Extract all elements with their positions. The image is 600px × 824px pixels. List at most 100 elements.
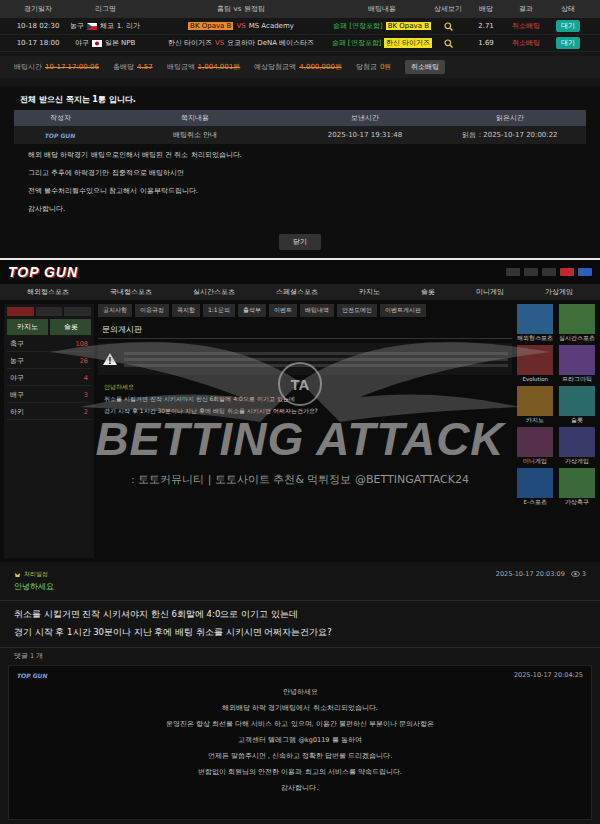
magnifier-icon — [444, 22, 453, 31]
sidebar-tab[interactable] — [64, 307, 91, 316]
nav-item[interactable]: 국내형스포츠 — [110, 287, 152, 297]
tile-label: 미니게임 — [523, 458, 547, 465]
board-tab[interactable]: 출석부 — [238, 304, 266, 317]
sidebar-box[interactable]: 슬롯 — [50, 319, 91, 335]
sidebar: 카지노슬롯축구108 농구26 야구4 배구3 하키 2 — [4, 304, 94, 558]
header-button[interactable] — [506, 268, 520, 276]
post-date: 2025-10-17 20:03:09 — [496, 570, 565, 578]
board-tab[interactable]: 쪽지함 — [172, 304, 200, 317]
summary-item: 당첨금0원 — [356, 62, 391, 72]
board-tab[interactable]: 이벤트게시판 — [380, 304, 426, 317]
reply-line: 변함없이 회원님의 안전한 이용과 최고의 서비스를 약속드립니다. — [198, 768, 401, 777]
match-date: 10-17 18:00 — [12, 39, 64, 47]
detail-cell[interactable] — [428, 22, 468, 31]
versus-label: VS — [236, 22, 245, 30]
close-button[interactable]: 닫기 — [279, 234, 321, 250]
nav-item[interactable]: 가상게임 — [545, 287, 573, 297]
board-tab[interactable]: 공지사항 — [98, 304, 132, 317]
sport-count: 2 — [84, 408, 88, 417]
summary-label: 당첨금 — [356, 63, 377, 71]
sidebar-boxes: 카지노슬롯 — [7, 319, 91, 335]
bet-row: 10-18 02:30농구체코 1. 리가BK Opava BVSMS Acad… — [0, 18, 600, 35]
reply-line: 안녕하세요 — [283, 688, 318, 697]
bet-history-panel: 경기일자리그명홈팀 vs 원정팀배팅내용상세보기배당결과상태10-18 02:3… — [0, 0, 600, 258]
cancel-bet-button[interactable]: 취소배팅 — [405, 60, 445, 74]
summary-label: 배팅시간 — [14, 63, 42, 71]
board-tab[interactable]: 배팅내역 — [300, 304, 334, 317]
summary-value: 0원 — [380, 63, 391, 71]
game-tile[interactable]: 미니게임 — [516, 427, 555, 465]
summary-label: 예상당첨금액 — [254, 63, 296, 71]
board-tab[interactable]: 이용규정 — [135, 304, 169, 317]
sport-item[interactable]: 야구4 — [7, 372, 91, 386]
crown-icon — [14, 571, 21, 578]
detail-cell[interactable] — [428, 39, 468, 48]
status-cell: 대기 — [548, 20, 588, 32]
message-count: 전체 받으신 쪽지는 1통 입니다. — [14, 90, 586, 110]
post-title: 안녕하세요 — [14, 581, 54, 592]
board-tab[interactable]: 안전도메인 — [337, 304, 377, 317]
sport-name: 축구 — [10, 340, 24, 349]
nav-item[interactable]: 미니게임 — [476, 287, 504, 297]
site-logo[interactable]: TOP GUN — [8, 264, 78, 280]
result: 취소배팅 — [504, 38, 548, 48]
sport-item[interactable]: 축구108 — [7, 338, 91, 352]
nav-item[interactable]: 카지노 — [359, 287, 380, 297]
reply-line: 해외배당 하락 경기배팅에서 취소처리되었습니다. — [222, 704, 377, 713]
sport-item[interactable]: 하키 2 — [7, 406, 91, 420]
game-tile[interactable]: 카지노 — [516, 386, 555, 424]
board-tab[interactable]: 1:1문의 — [203, 304, 235, 317]
watermark: TABETTING ATTACK: 토토커뮤니티 | 토토사이트 추천& 먹튀정… — [0, 322, 600, 487]
header-button[interactable] — [560, 268, 574, 276]
status-badge: 대기 — [556, 20, 580, 32]
nav-item[interactable]: 해외형스포츠 — [27, 287, 69, 297]
tile-image — [559, 468, 595, 498]
nav-item[interactable]: 스페셜스포츠 — [276, 287, 318, 297]
column-header: 보낸시간 — [290, 113, 440, 123]
game-tile[interactable]: Evolution — [516, 345, 555, 383]
tile-label: 해외형스포츠 — [517, 335, 553, 342]
game-tile[interactable]: E-스포츠 — [516, 468, 555, 506]
header-button[interactable] — [578, 268, 592, 276]
tile-image — [559, 345, 595, 375]
market-name: 승패 [연장포함] — [332, 38, 382, 48]
reply-header: TOP GUN2025-10-17 20:04:25 — [9, 666, 591, 684]
sport-name: 하키 — [10, 408, 24, 417]
reply-line: 언제든 말씀주시면 , 신속하고 정확한 답변을 드리겠습니다. — [208, 752, 393, 761]
message-row[interactable]: TOP GUN배팅취소 안내2025-10-17 19:31:48읽음 : 20… — [14, 126, 586, 144]
summary-value: 4.57 — [137, 63, 153, 71]
tile-image — [559, 386, 595, 416]
header-button[interactable] — [542, 268, 556, 276]
tile-image — [517, 304, 553, 334]
result: 취소배팅 — [504, 21, 548, 31]
game-tile[interactable]: 가상축구 — [558, 468, 597, 506]
nav-item[interactable]: 실시간스포츠 — [193, 287, 235, 297]
post-body: 취소를 시킬거면 진작 시키셔야지 한신 6회말에 4:0으로 이기고 있는데경… — [0, 601, 600, 647]
sport-count: 3 — [84, 391, 88, 400]
header-button[interactable] — [524, 268, 538, 276]
game-tile[interactable]: 해외형스포츠 — [516, 304, 555, 342]
odds: 1.69 — [468, 39, 504, 47]
message-box: 전체 받으신 쪽지는 1통 입니다.작성자쪽지내용보낸시간읽은시간TOP GUN… — [0, 86, 600, 258]
message-line: 전액 몰수처리될수있으니 참고해서 이용부탁드립니다. — [28, 186, 572, 196]
home-team: BK Opava B — [188, 22, 233, 30]
preview-line: 취소를 시킬거면 진작 시키셔야지 한신 6회말에 4:0으로 이기고 있는데 — [104, 395, 506, 404]
sidebar-tab[interactable] — [36, 307, 63, 316]
board-tab[interactable]: 이벤트 — [269, 304, 297, 317]
tile-label: 가상게임 — [565, 458, 589, 465]
tile-image — [517, 386, 553, 416]
sport-item[interactable]: 농구26 — [7, 355, 91, 369]
game-tile[interactable]: 가상게임 — [558, 427, 597, 465]
sidebar-tab[interactable] — [7, 307, 34, 316]
sport-item[interactable]: 배구3 — [7, 389, 91, 403]
sport-name: 야구 — [75, 38, 89, 48]
column-header: 경기일자 — [12, 4, 64, 14]
notice-line — [124, 352, 508, 355]
game-tile[interactable]: 실시간스포츠 — [558, 304, 597, 342]
game-tile[interactable]: 슬롯 — [558, 386, 597, 424]
tile-label: E-스포츠 — [524, 499, 547, 506]
board-tabs: 공지사항이용규정쪽지함1:1문의출석부이벤트배팅내역안전도메인이벤트게시판 — [98, 304, 512, 317]
nav-item[interactable]: 슬롯 — [421, 287, 435, 297]
sidebar-box[interactable]: 카지노 — [7, 319, 48, 335]
game-tile[interactable]: 프라그마틱 — [558, 345, 597, 383]
